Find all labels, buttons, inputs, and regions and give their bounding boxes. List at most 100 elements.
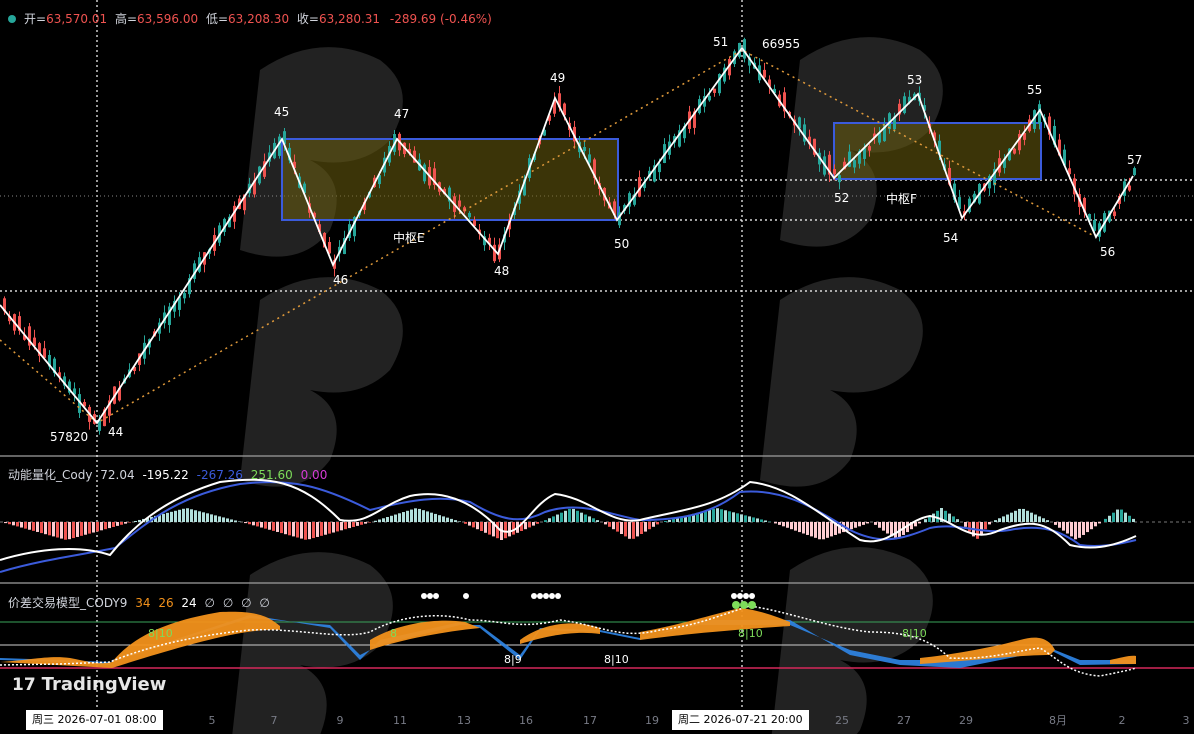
momentum-bar (544, 520, 547, 522)
signal-dot (749, 593, 755, 599)
momentum-bar (1010, 512, 1013, 522)
momentum-bar (528, 522, 531, 528)
signal-dot (543, 593, 549, 599)
pivot-label-55: 55 (1027, 83, 1042, 97)
momentum-bar (814, 522, 817, 538)
crosshair-date-left: 周三 2026-07-01 08:00 (26, 710, 163, 730)
momentum-bar (8, 522, 11, 525)
momentum-bar (248, 522, 251, 525)
momentum-bar (720, 509, 723, 522)
momentum-bar (1006, 514, 1009, 522)
panel3-p2: 26 (158, 596, 174, 610)
momentum-bar (956, 519, 959, 522)
momentum-bar (296, 522, 299, 538)
pivot-label-54: 54 (943, 231, 958, 245)
candle-body (423, 164, 426, 182)
open-value: 63,570.01 (46, 12, 108, 26)
momentum-bar (426, 511, 429, 522)
momentum-bar (608, 522, 611, 527)
x-tick-label: 3 (1183, 714, 1190, 727)
momentum-bar (472, 522, 475, 528)
momentum-bar (998, 518, 1001, 522)
momentum-bar (198, 511, 201, 522)
momentum-bar (878, 522, 881, 528)
signal-dot (463, 593, 469, 599)
x-tick-label: 7 (271, 714, 278, 727)
momentum-bar (512, 522, 515, 535)
momentum-bar (244, 522, 247, 524)
x-tick-label: 5 (209, 714, 216, 727)
momentum-bar (348, 522, 351, 529)
candle-body (658, 163, 661, 173)
momentum-bar (328, 522, 331, 534)
momentum-bar (488, 522, 491, 535)
panel2-v3: -267.26 (196, 468, 243, 482)
momentum-bar (218, 516, 221, 522)
momentum-bar (830, 522, 833, 537)
pivot-label-56: 56 (1100, 245, 1115, 259)
momentum-bar (1132, 518, 1135, 522)
tradingview-logo: 17 TradingView (12, 674, 166, 695)
momentum-bar (596, 520, 599, 522)
momentum-bar (496, 522, 499, 539)
momentum-bar (430, 512, 433, 522)
candle-body (1013, 148, 1016, 154)
momentum-bar (592, 518, 595, 522)
momentum-bar (810, 522, 813, 537)
momentum-bar (826, 522, 829, 538)
momentum-bar (782, 522, 785, 527)
momentum-bar (936, 510, 939, 522)
panel3-legend[interactable]: 价差交易模型_CODY9 34 26 24 ∅ ∅ ∅ ∅ (8, 594, 270, 611)
momentum-bar (874, 522, 877, 525)
momentum-bar (668, 519, 671, 522)
momentum-bar (1116, 509, 1119, 522)
candlestick-series (3, 37, 1136, 435)
momentum-bar (186, 508, 189, 522)
momentum-bar (368, 522, 371, 523)
momentum-bar (48, 522, 51, 536)
momentum-bar (1120, 509, 1123, 522)
momentum-bar (264, 522, 267, 529)
low-label: 低= (205, 12, 228, 26)
panel2-v5: 0.00 (300, 468, 328, 482)
status-dot-icon[interactable] (8, 15, 16, 23)
momentum-bar (704, 510, 707, 522)
momentum-bar (572, 508, 575, 522)
momentum-bar (764, 520, 767, 522)
momentum-bar (418, 508, 421, 522)
momentum-bar (194, 510, 197, 522)
momentum-bar (1090, 522, 1093, 530)
momentum-bar (24, 522, 27, 529)
momentum-bar (850, 522, 853, 530)
momentum-bar (284, 522, 287, 535)
momentum-bar (984, 522, 987, 530)
chart-canvas[interactable]: 4445464748495051525354555657 66955 57820… (0, 0, 1194, 734)
momentum-bar (16, 522, 19, 527)
momentum-bar (1026, 510, 1029, 522)
signal-dot-green (748, 601, 756, 609)
momentum-bar (1128, 515, 1131, 522)
momentum-bar (202, 512, 205, 522)
momentum-bar (768, 521, 771, 522)
momentum-bar (854, 522, 857, 528)
x-tick-label: 16 (519, 714, 533, 727)
momentum-bar (524, 522, 527, 530)
momentum-bar (924, 519, 927, 522)
candle-body (713, 88, 716, 93)
signal-dot (531, 593, 537, 599)
signal-dot (737, 593, 743, 599)
momentum-bar (256, 522, 259, 527)
tradingview-mark-icon: 17 (12, 674, 36, 695)
momentum-bar (712, 508, 715, 522)
panel3-label-6: 8|10 (902, 627, 927, 640)
panel3-label-5: 8|10 (738, 627, 763, 640)
momentum-bar (894, 522, 897, 540)
momentum-bar (628, 522, 631, 539)
candle-body (903, 96, 906, 114)
panel2-legend[interactable]: 动能量化_Cody 72.04 -195.22 -267.26 251.60 0… (8, 466, 327, 483)
momentum-bar (656, 522, 659, 525)
momentum-bar (794, 522, 797, 531)
momentum-bar (806, 522, 809, 535)
momentum-bar (378, 519, 381, 522)
momentum-bar (560, 512, 563, 522)
